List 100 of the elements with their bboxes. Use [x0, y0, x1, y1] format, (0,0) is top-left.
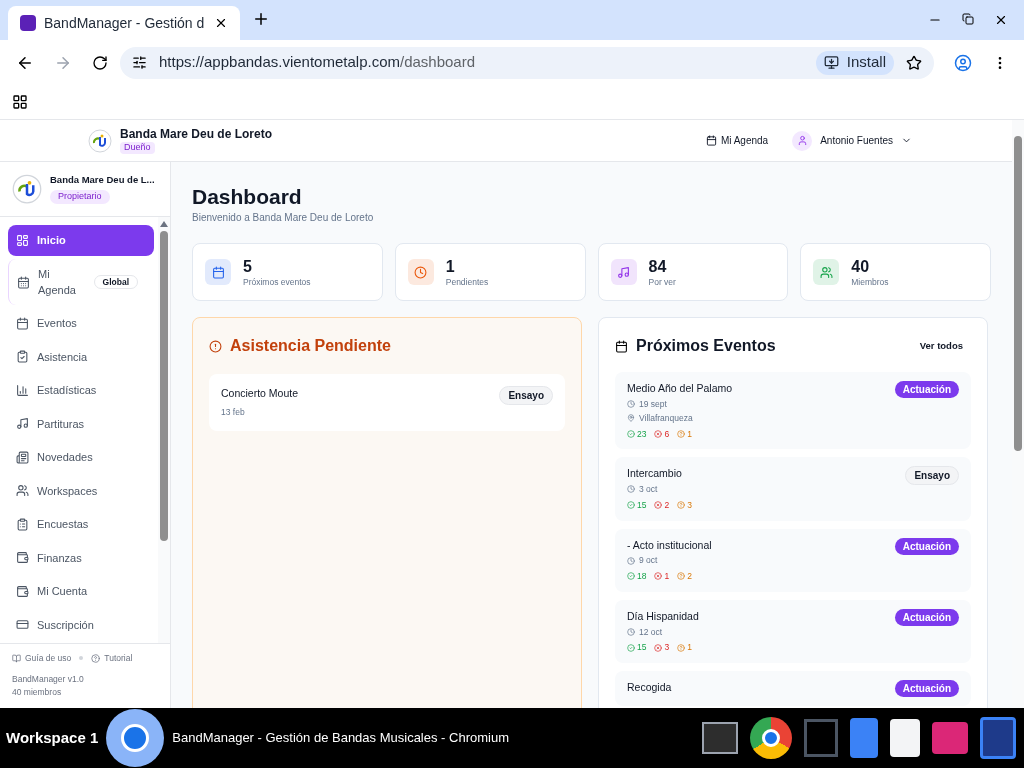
check-icon [627, 429, 635, 438]
reload-icon[interactable] [92, 54, 108, 71]
guide-link[interactable]: Guía de uso [12, 652, 72, 665]
restore-icon[interactable] [962, 13, 974, 25]
confirmed-count: 15 [627, 498, 647, 512]
event-card[interactable]: Día Hispanidad 12 oct 15 3 1 Actuación [615, 599, 971, 663]
book-icon [12, 653, 21, 663]
nav-item[interactable]: Estadísticas [8, 375, 154, 406]
nav-item[interactable]: Finanzas [8, 542, 154, 573]
install-button[interactable]: Install [815, 50, 894, 75]
event-card[interactable]: Medio Año del Palamo 19 sept Villafranqueza 23 6 1 Actuación [615, 372, 971, 450]
nav-icon [16, 234, 29, 247]
declined-count: 1 [654, 570, 670, 583]
unknown-count: 1 [677, 641, 692, 654]
event-date: 9 oct [627, 554, 712, 567]
band-name: Banda Mare Deu de Loreto [120, 127, 273, 143]
clock-icon [627, 556, 635, 565]
page-subtitle: Bienvenido a Banda Mare Deu de Loreto [192, 211, 375, 226]
event-card[interactable]: Recogida Actuación [615, 671, 971, 706]
nav-icon [16, 350, 29, 364]
nav-icon [16, 450, 29, 464]
stat-label: Miembros [851, 276, 889, 288]
unknown-count: 1 [677, 427, 692, 441]
nav-item[interactable]: Inicio [8, 225, 154, 256]
browser-icon[interactable] [750, 717, 792, 759]
address-bar[interactable]: https://appbandas.vientometalp.com/dashboard Install [120, 46, 934, 79]
event-card[interactable]: - Acto institucional 9 oct 18 1 2 Actuación [615, 528, 971, 592]
site-settings-icon[interactable] [132, 55, 147, 70]
stat-value: 40 [851, 256, 871, 277]
apps-icon[interactable] [12, 94, 28, 110]
browser-tab[interactable]: BandManager - Gestión d [8, 6, 240, 40]
stat-label: Próximos eventos [243, 276, 311, 288]
nav-item[interactable]: Workspaces [8, 475, 154, 506]
page-title: Dashboard [192, 184, 303, 210]
scrollbar-thumb[interactable] [160, 231, 168, 541]
stat-value: 1 [445, 256, 456, 277]
nav-item[interactable]: Partituras [8, 408, 154, 439]
alert-icon [209, 339, 222, 353]
event-date: 19 sept [627, 398, 733, 411]
nav-item[interactable]: Eventos [8, 308, 154, 339]
clock-icon [627, 627, 635, 636]
favicon-icon [20, 15, 36, 31]
nav-item[interactable]: Asistencia [8, 341, 154, 372]
agenda-link[interactable]: Mi Agenda [705, 133, 769, 148]
nav-icon [16, 517, 29, 531]
tab-title: BandManager - Gestión d [44, 13, 206, 33]
see-all-button[interactable]: Ver todos [911, 339, 971, 354]
nav-item[interactable]: Novedades [8, 442, 154, 473]
user-menu[interactable]: Antonio Fuentes [792, 130, 912, 151]
profile-icon[interactable] [954, 53, 972, 72]
calendar-icon [705, 135, 717, 146]
confirmed-count: 18 [627, 570, 647, 583]
calendar-icon [615, 339, 628, 353]
browser-app-icon[interactable] [106, 709, 165, 767]
event-card[interactable]: Intercambio 3 oct 15 2 3 Ensayo [615, 457, 971, 521]
check-icon [627, 501, 635, 510]
sidebar-band-name: Banda Mare Deu de L... [50, 174, 155, 187]
declined-count: 2 [654, 498, 670, 512]
clock-icon [627, 485, 635, 494]
scroll-up-icon[interactable] [160, 221, 168, 227]
declined-count: 3 [654, 641, 670, 654]
stat-label: Pendientes [445, 276, 489, 288]
role-tag: Propietario [50, 190, 110, 204]
nav-icon [16, 484, 29, 498]
question-icon [677, 643, 686, 652]
nav-icon [16, 383, 29, 397]
stat-label: Por ver [648, 276, 676, 288]
band-logo-icon [12, 174, 42, 204]
nav-icon [17, 275, 30, 289]
pending-item[interactable]: Concierto Moute 13 feb Ensayo [209, 374, 565, 431]
nav-item[interactable]: Encuestas [8, 509, 154, 540]
close-icon[interactable] [214, 16, 228, 30]
panel-title: Próximos Eventos [636, 336, 776, 357]
event-name: Día Hispanidad [627, 608, 699, 624]
nav-icon [16, 417, 29, 431]
confirmed-count: 23 [627, 427, 647, 441]
event-name: Recogida [627, 680, 672, 695]
nav-icon [16, 584, 29, 598]
new-tab-icon[interactable] [252, 10, 270, 28]
scrollbar-thumb[interactable] [1014, 136, 1022, 451]
event-location: Villafranqueza [627, 411, 733, 425]
nav-item[interactable]: Mi Agenda Global [8, 259, 154, 305]
x-icon [654, 501, 663, 510]
x-icon [654, 643, 663, 652]
question-icon [677, 572, 686, 581]
close-window-icon[interactable] [994, 13, 1008, 27]
nav-item[interactable]: Suscripción [8, 609, 154, 640]
event-type-tag: Actuación [894, 608, 959, 626]
map-pin-icon [627, 414, 635, 423]
event-type-tag: Actuación [894, 381, 959, 399]
event-type-tag: Ensayo [905, 466, 959, 486]
bookmark-star-icon[interactable] [906, 54, 922, 71]
question-icon [677, 429, 686, 438]
x-icon [654, 572, 663, 581]
window-title[interactable]: BandManager - Gestión de Bandas Musicales - Chromium [172, 728, 509, 748]
check-icon [627, 643, 635, 652]
nav-item[interactable]: Mi Cuenta [8, 576, 154, 607]
tutorial-link[interactable]: Tutorial [91, 652, 133, 665]
unknown-count: 3 [677, 498, 692, 512]
check-icon [627, 572, 635, 581]
